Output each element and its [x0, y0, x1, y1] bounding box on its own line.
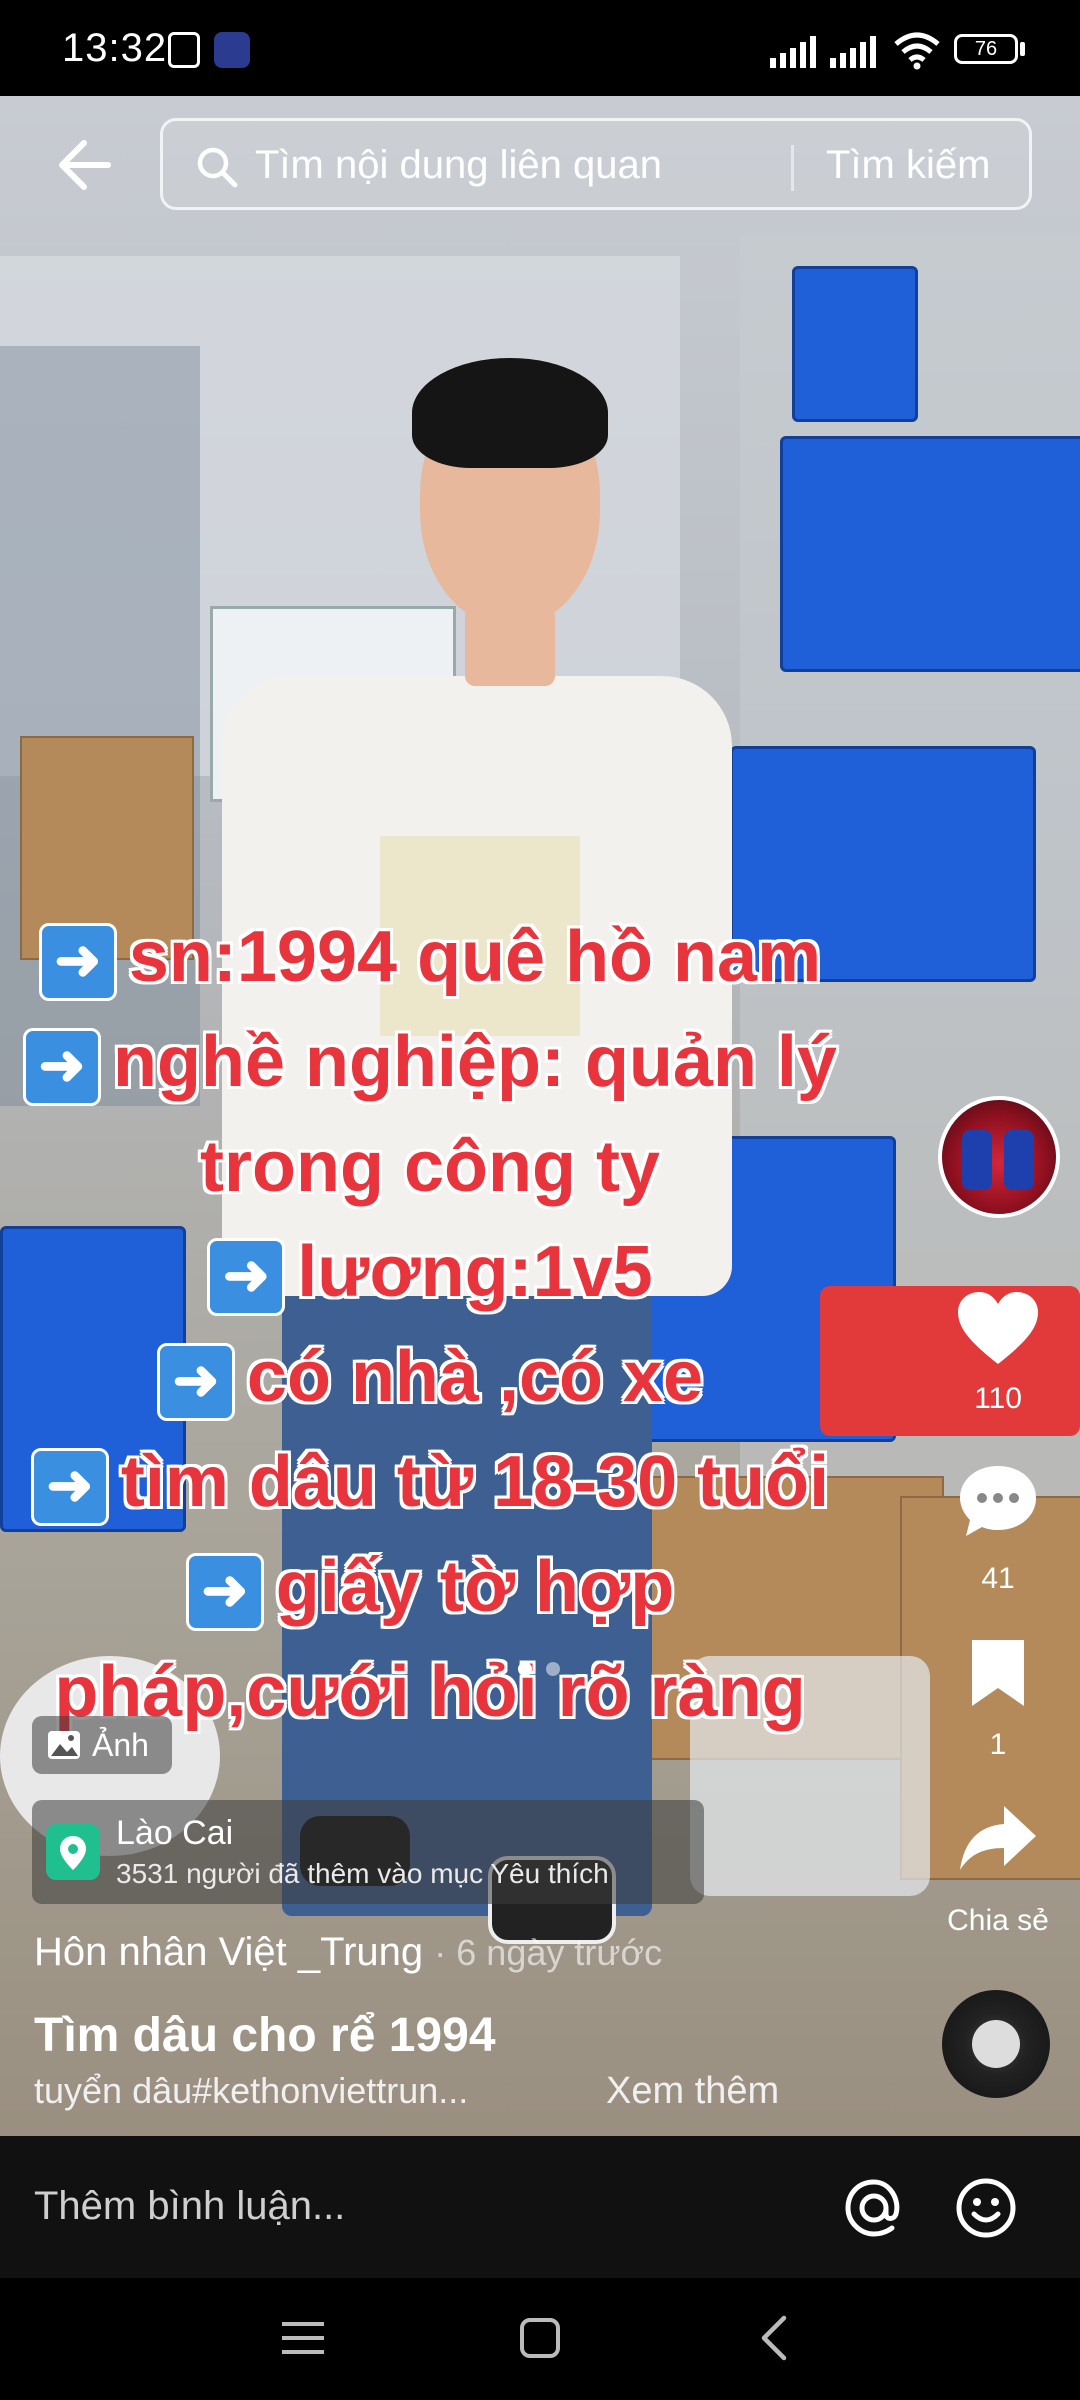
person-neck	[465, 606, 555, 686]
caption-line: ➜ tìm dâu từ 18-30 tuổi	[0, 1441, 860, 1526]
location-name: Lào Cai	[116, 1814, 234, 1852]
battery-icon: 76	[954, 34, 1018, 64]
page-indicator-dot	[518, 1662, 532, 1676]
storage-bin	[792, 266, 918, 422]
search-button[interactable]: Tìm kiếm	[826, 143, 990, 188]
signal-icon-2	[830, 36, 876, 68]
bookmark-icon	[972, 1640, 1024, 1706]
avatar-figure	[962, 1130, 992, 1190]
right-arrow-icon: ➜	[185, 1552, 264, 1631]
nfc-icon	[168, 32, 200, 68]
search-bar[interactable]: Tìm nội dung liên quan Tìm kiếm	[160, 118, 1032, 210]
photo-tag-label: Ảnh	[92, 1727, 149, 1763]
battery-level: 76	[974, 38, 998, 60]
person-hair	[412, 358, 608, 468]
image-icon	[48, 1731, 80, 1759]
photo-tag: Ảnh	[32, 1716, 172, 1774]
mention-icon[interactable]	[842, 2176, 906, 2240]
wifi-icon	[894, 32, 940, 70]
share-label: Chia sẻ	[947, 1904, 1049, 1937]
menu-icon[interactable]	[280, 2318, 326, 2358]
location-pin-icon	[46, 1824, 100, 1880]
caption-line: ➜ nghề nghiệp: quản lý	[0, 1021, 860, 1106]
system-nav-bar	[0, 2278, 1080, 2400]
comment-bar: Thêm bình luận...	[0, 2136, 1080, 2278]
app-notification-icon	[214, 32, 250, 68]
signal-icon-1	[770, 36, 816, 68]
caption-line: ➜ lương:1v5	[0, 1231, 860, 1316]
share-arrow-icon	[960, 1806, 1036, 1870]
home-square-icon[interactable]	[518, 2316, 562, 2360]
post-time: · 6 ngày trước	[434, 1932, 663, 1973]
share-button[interactable]: Chia sẻ	[930, 1802, 1066, 1942]
storage-bin	[780, 436, 1080, 672]
see-more-link[interactable]: Xem thêm	[606, 2070, 779, 2113]
search-icon	[197, 147, 238, 188]
like-button[interactable]: 110	[938, 1290, 1058, 1430]
right-arrow-icon: ➜	[156, 1342, 235, 1421]
like-count: 110	[974, 1382, 1022, 1415]
emoji-icon[interactable]	[954, 2176, 1018, 2240]
search-input[interactable]: Tìm nội dung liên quan	[255, 143, 662, 188]
caption-line: ➜ có nhà ,có xe	[0, 1336, 860, 1421]
status-time: 13:32	[62, 26, 168, 70]
save-count: 1	[989, 1728, 1007, 1761]
music-disc-cover	[972, 2020, 1020, 2068]
heart-icon	[958, 1292, 1038, 1364]
back-button[interactable]	[50, 130, 120, 200]
search-divider	[791, 145, 794, 191]
author-line: Hôn nhân Việt _Trung · 6 ngày trước	[34, 1930, 662, 1975]
comment-input[interactable]: Thêm bình luận...	[34, 2184, 345, 2229]
back-chevron-icon[interactable]	[754, 2314, 794, 2362]
right-arrow-icon: ➜	[30, 1447, 109, 1526]
post-title: Tìm dâu cho rể 1994	[34, 2009, 496, 2062]
avatar-figure	[1004, 1130, 1034, 1190]
post-description: tuyển dâu#kethonviettrun...	[34, 2070, 469, 2111]
caption-line: ➜ giấy tờ hợp	[0, 1546, 860, 1631]
battery-tip	[1020, 42, 1025, 56]
comment-button[interactable]: 41	[938, 1462, 1058, 1602]
arrow-left-icon	[59, 140, 111, 190]
right-arrow-icon: ➜	[38, 922, 117, 1001]
music-disc[interactable]	[942, 1990, 1050, 2098]
caption-line: ➜ sn:1994 quê hồ nam	[0, 916, 860, 1001]
status-bar: 13:32 76	[0, 0, 1080, 96]
comment-bubble-icon	[960, 1466, 1036, 1536]
right-arrow-icon: ➜	[23, 1027, 101, 1106]
caption-line: trong công ty	[200, 1127, 660, 1207]
creator-avatar[interactable]	[938, 1096, 1060, 1218]
right-arrow-icon: ➜	[207, 1237, 286, 1316]
location-tag[interactable]: Lào Cai 3531 người đã thêm vào mục Yêu t…	[32, 1800, 704, 1904]
comment-count: 41	[981, 1562, 1015, 1595]
page-indicator-dot	[546, 1662, 560, 1676]
author-name[interactable]: Hôn nhân Việt _Trung	[34, 1930, 423, 1974]
save-button[interactable]: 1	[938, 1636, 1058, 1766]
location-favorites-count: 3531 người đã thêm vào mục Yêu thích	[116, 1858, 609, 1889]
